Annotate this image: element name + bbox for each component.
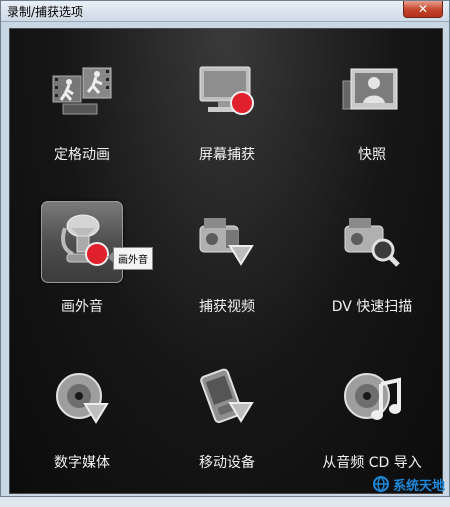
- globe-icon: [372, 476, 389, 492]
- tile-stop-motion[interactable]: 定格动画: [22, 49, 142, 199]
- tile-mobile-device[interactable]: 移动设备: [167, 357, 287, 507]
- tile-label: 捕获视频: [199, 299, 255, 315]
- tile-label: 数字媒体: [54, 455, 110, 471]
- tile-capture-video[interactable]: 捕获视频: [167, 201, 287, 351]
- tile-digital-media[interactable]: 数字媒体: [22, 357, 142, 507]
- mobile-device-icon: [186, 357, 268, 439]
- tile-snapshot[interactable]: 快照: [312, 49, 432, 199]
- tile-label: 定格动画: [54, 147, 110, 163]
- tile-label: DV 快速扫描: [331, 299, 413, 315]
- voice-over-microphone-icon: [41, 201, 123, 283]
- tooltip: 画外音: [107, 247, 153, 270]
- screen-capture-icon: [186, 49, 268, 131]
- watermark-text: 系统天地: [392, 478, 445, 494]
- tile-label: 快照: [358, 147, 386, 163]
- watermark: 系统天地: [353, 474, 445, 494]
- tile-dv-quick-scan[interactable]: DV 快速扫描: [312, 201, 432, 351]
- tile-label: 从音频 CD 导入: [322, 455, 422, 471]
- window-title: 录制/捕获选项: [7, 5, 84, 19]
- stop-motion-icon: [41, 49, 123, 131]
- capture-video-icon: [186, 201, 268, 283]
- dv-quick-scan-icon: [331, 201, 413, 283]
- tile-voice-over[interactable]: 画外音: [22, 201, 142, 351]
- tile-label: 移动设备: [199, 455, 255, 471]
- snapshot-icon: [331, 49, 413, 131]
- recording-options-window: 录制/捕获选项 ✕ 定格动画 屏幕捕获 快照 画外音 捕获视频 DV 快速扫描 …: [0, 0, 450, 497]
- digital-media-icon: [41, 357, 123, 439]
- tile-screen-capture[interactable]: 屏幕捕获: [167, 49, 287, 199]
- close-icon: ✕: [417, 2, 429, 16]
- close-button[interactable]: ✕: [403, 1, 443, 18]
- options-panel: 定格动画 屏幕捕获 快照 画外音 捕获视频 DV 快速扫描 数字媒体 移动设备 …: [9, 28, 443, 494]
- tile-label: 画外音: [61, 299, 103, 315]
- audio-cd-import-icon: [331, 357, 413, 439]
- title-bar[interactable]: 录制/捕获选项 ✕: [1, 1, 449, 22]
- tile-label: 屏幕捕获: [199, 147, 255, 163]
